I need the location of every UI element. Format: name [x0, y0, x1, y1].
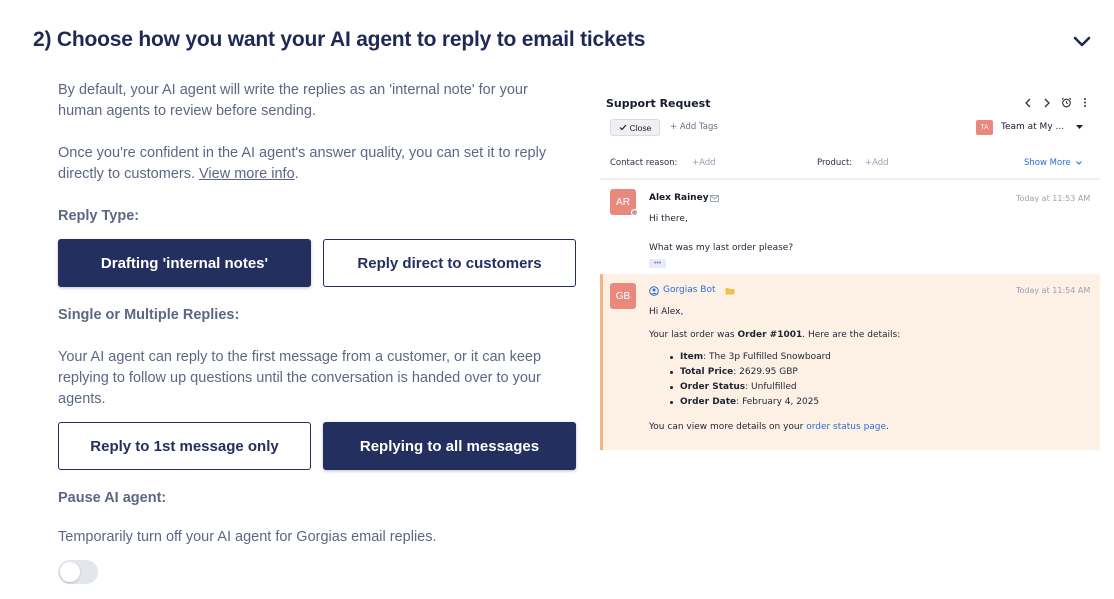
more-options-icon[interactable]: [1083, 97, 1087, 108]
intro-paragraph: By default, your AI agent will write the…: [58, 82, 528, 119]
pause-toggle[interactable]: [58, 560, 98, 584]
status-dot: [631, 209, 638, 216]
drafting-internal-notes-button[interactable]: Drafting 'internal notes': [58, 239, 311, 287]
replies-label: Single or Multiple Replies:: [58, 307, 240, 323]
chevron-down-small-icon: [1076, 161, 1083, 165]
bot-intro: Your last order was Order #1001. Here ar…: [649, 330, 901, 340]
team-selector[interactable]: Team at My ...: [1001, 122, 1064, 132]
order-detail-total: Total Price: 2629.95 GBP: [669, 365, 831, 380]
reply-type-label: Reply Type:: [58, 208, 140, 224]
bot-avatar: GB: [610, 283, 636, 309]
folder-icon: [725, 288, 735, 295]
ticket-preview: Support Request Close + Add Tags TA Team…: [600, 88, 1100, 458]
customer-message: AR Alex Rainey Today at 11:53 AM Hi ther…: [600, 180, 1100, 268]
order-detail-item: Item: The 3p Fulfilled Snowboard: [669, 350, 831, 365]
order-details-list: Item: The 3p Fulfilled Snowboard Total P…: [669, 350, 831, 410]
order-detail-date: Order Date: February 4, 2025: [669, 395, 831, 410]
pause-label: Pause AI agent:: [58, 490, 167, 506]
add-tags-button[interactable]: + Add Tags: [670, 122, 718, 132]
chevron-down-icon: [1073, 36, 1091, 47]
show-more-link[interactable]: Show More: [1024, 158, 1083, 168]
chevron-left-icon[interactable]: [1024, 98, 1032, 108]
bot-outro: You can view more details on your order …: [649, 422, 889, 432]
order-status-link[interactable]: order status page: [806, 422, 886, 432]
expand-quoted-button[interactable]: •••: [649, 259, 666, 268]
bot-user-icon: [649, 286, 659, 296]
toggle-knob: [60, 562, 80, 582]
product-label: Product:: [817, 158, 853, 168]
caret-down-icon[interactable]: [1076, 125, 1083, 130]
collapse-button[interactable]: [1070, 32, 1094, 52]
bot-greeting: Hi Alex,: [649, 307, 684, 317]
order-detail-status: Order Status: Unfulfilled: [669, 380, 831, 395]
reply-direct-button[interactable]: Reply direct to customers: [323, 239, 576, 287]
preview-title: Support Request: [606, 97, 711, 110]
reply-first-message-button[interactable]: Reply to 1st message only: [58, 422, 311, 470]
bot-name: Gorgias Bot: [663, 285, 716, 295]
team-avatar: TA: [976, 120, 993, 135]
email-icon: [710, 195, 719, 202]
replies-description: Your AI agent can reply to the first mes…: [58, 349, 542, 407]
bot-message: GB Gorgias Bot Today at 11:54 AM Hi Alex…: [600, 274, 1100, 450]
reply-all-messages-button[interactable]: Replying to all messages: [323, 422, 576, 470]
customer-message-time: Today at 11:53 AM: [1016, 194, 1091, 203]
contact-reason-label: Contact reason:: [610, 158, 678, 168]
product-add[interactable]: +Add: [865, 158, 889, 168]
section-title: 2) Choose how you want your AI agent to …: [33, 28, 646, 51]
close-ticket-button[interactable]: Close: [610, 119, 660, 136]
check-icon: [619, 124, 627, 131]
alarm-clock-icon[interactable]: [1061, 97, 1072, 108]
view-more-info-link[interactable]: View more info: [199, 166, 295, 182]
customer-body: What was my last order please?: [649, 243, 794, 253]
chevron-right-icon[interactable]: [1043, 98, 1051, 108]
contact-reason-add[interactable]: +Add: [692, 158, 716, 168]
pause-description: Temporarily turn off your AI agent for G…: [58, 529, 437, 545]
bot-message-time: Today at 11:54 AM: [1016, 286, 1091, 295]
customer-name: Alex Rainey: [649, 193, 709, 203]
customer-greeting: Hi there,: [649, 214, 688, 224]
confidence-paragraph: Once you're confident in the AI agent's …: [58, 145, 547, 182]
